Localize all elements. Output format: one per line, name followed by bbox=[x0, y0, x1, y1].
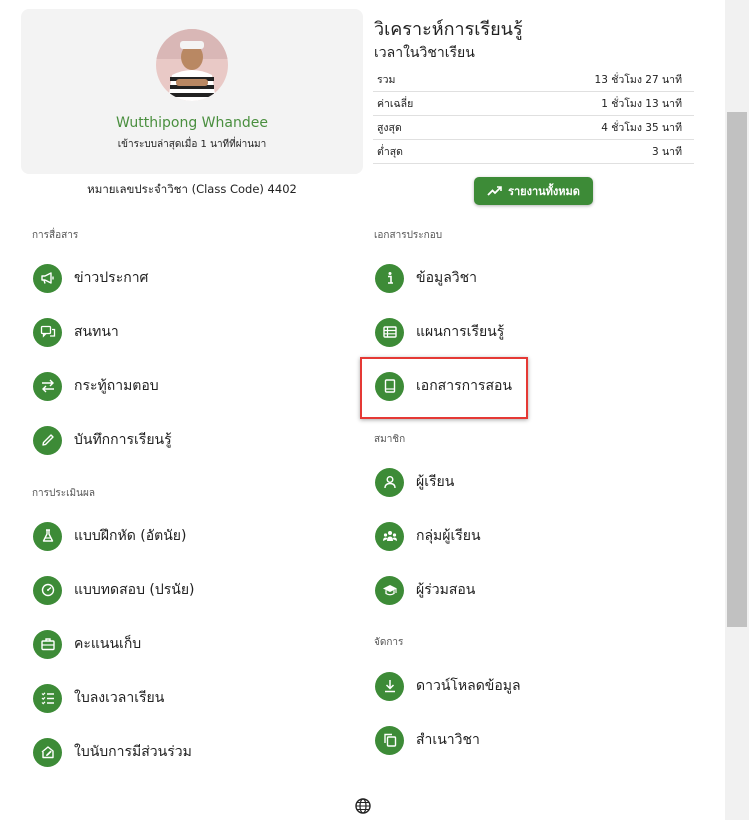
copy-icon bbox=[375, 725, 404, 755]
menu-label: บันทึกการเรียนรู้ bbox=[74, 432, 172, 448]
briefcase-icon bbox=[33, 629, 62, 659]
flask-icon bbox=[33, 521, 62, 551]
menu-item-news[interactable]: ข่าวประกาศ bbox=[33, 262, 148, 294]
menu-label: ใบลงเวลาเรียน bbox=[74, 690, 165, 706]
menu-label: แผนการเรียนรู้ bbox=[416, 324, 505, 340]
scrollbar-thumb[interactable] bbox=[727, 112, 747, 627]
menu-item-quiz[interactable]: แบบทดสอบ (ปรนัย) bbox=[33, 574, 195, 606]
selection-highlight bbox=[360, 357, 528, 419]
stat-value: 4 ชั่วโมง 35 นาที bbox=[469, 115, 694, 140]
menu-item-scores[interactable]: คะแนนเก็บ bbox=[33, 628, 141, 660]
menu-label: แบบฝึกหัด (อัตนัย) bbox=[74, 528, 187, 544]
menu-label: คะแนนเก็บ bbox=[74, 636, 142, 652]
table-list-icon bbox=[375, 317, 404, 347]
trending-up-icon bbox=[487, 186, 502, 196]
menu-item-participation[interactable]: ใบนับการมีส่วนร่วม bbox=[33, 736, 192, 768]
menu-item-co-teachers[interactable]: ผู้ร่วมสอน bbox=[375, 574, 475, 606]
section-members: สมาชิก bbox=[374, 434, 406, 445]
report-button-label: รายงานทั้งหมด bbox=[508, 185, 580, 198]
menu-label: ดาวน์โหลดข้อมูล bbox=[416, 678, 521, 694]
menu-label: สนทนา bbox=[74, 324, 119, 340]
menu-item-copy-course[interactable]: สำเนาวิชา bbox=[375, 724, 480, 756]
menu-item-lesson-plan[interactable]: แผนการเรียนรู้ bbox=[375, 316, 504, 348]
menu-item-student-groups[interactable]: กลุ่มผู้เรียน bbox=[375, 520, 481, 552]
menu-item-exercise[interactable]: แบบฝึกหัด (อัตนัย) bbox=[33, 520, 186, 552]
gauge-icon bbox=[33, 575, 62, 605]
class-code: หมายเลขประจำวิชา (Class Code) 4402 bbox=[87, 182, 297, 196]
menu-item-attendance[interactable]: ใบลงเวลาเรียน bbox=[33, 682, 164, 714]
checklist-icon bbox=[33, 683, 62, 713]
stat-value: 13 ชั่วโมง 27 นาที bbox=[469, 68, 694, 92]
megaphone-icon bbox=[33, 263, 62, 293]
stats-row-total: รวม 13 ชั่วโมง 27 นาที bbox=[373, 68, 694, 92]
section-communication: การสื่อสาร bbox=[32, 230, 79, 241]
menu-item-students[interactable]: ผู้เรียน bbox=[375, 466, 454, 498]
graduation-cap-icon bbox=[375, 575, 404, 605]
menu-label: ข่าวประกาศ bbox=[74, 270, 149, 286]
download-icon bbox=[375, 671, 404, 701]
analytics-subtitle: เวลาในวิชาเรียน bbox=[374, 45, 475, 61]
stat-value: 3 นาที bbox=[469, 139, 694, 164]
profile-card: Wutthipong Whandee เข้าระบบล่าสุดเมื่อ 1… bbox=[21, 9, 363, 174]
avatar bbox=[156, 29, 228, 101]
swap-arrows-icon bbox=[33, 371, 62, 401]
menu-label: ข้อมูลวิชา bbox=[416, 270, 478, 286]
chat-icon bbox=[33, 317, 62, 347]
stat-label: ต่ำสุด bbox=[373, 139, 470, 164]
analytics-title: วิเคราะห์การเรียนรู้ bbox=[374, 19, 523, 40]
globe-icon[interactable] bbox=[354, 797, 372, 815]
group-icon bbox=[375, 521, 404, 551]
menu-item-course-info[interactable]: ข้อมูลวิชา bbox=[375, 262, 477, 294]
stats-row-max: สูงสุด 4 ชั่วโมง 35 นาที bbox=[373, 115, 694, 140]
person-icon bbox=[375, 467, 404, 497]
menu-label: ผู้เรียน bbox=[416, 474, 455, 490]
last-login-text: เข้าระบบล่าสุดเมื่อ 1 นาทีที่ผ่านมา bbox=[117, 139, 267, 150]
pencil-icon bbox=[33, 425, 62, 455]
stats-row-average: ค่าเฉลี่ย 1 ชั่วโมง 13 นาที bbox=[373, 91, 694, 116]
menu-label: ใบนับการมีส่วนร่วม bbox=[74, 744, 192, 760]
section-documents: เอกสารประกอบ bbox=[374, 230, 443, 241]
menu-item-qa[interactable]: กระทู้ถามตอบ bbox=[33, 370, 159, 402]
menu-label: แบบทดสอบ (ปรนัย) bbox=[74, 582, 195, 598]
info-icon bbox=[375, 263, 404, 293]
menu-label: กลุ่มผู้เรียน bbox=[416, 528, 481, 544]
menu-label: กระทู้ถามตอบ bbox=[74, 378, 159, 394]
stat-label: รวม bbox=[373, 68, 470, 92]
stats-row-min: ต่ำสุด 3 นาที bbox=[373, 139, 694, 164]
full-report-button[interactable]: รายงานทั้งหมด bbox=[474, 177, 593, 205]
menu-item-chat[interactable]: สนทนา bbox=[33, 316, 119, 348]
stat-label: สูงสุด bbox=[373, 115, 470, 140]
menu-item-learning-log[interactable]: บันทึกการเรียนรู้ bbox=[33, 424, 172, 456]
section-assessment: การประเมินผล bbox=[32, 488, 95, 499]
menu-label: สำเนาวิชา bbox=[416, 732, 480, 748]
section-manage: จัดการ bbox=[374, 637, 404, 648]
menu-item-download[interactable]: ดาวน์โหลดข้อมูล bbox=[375, 670, 521, 702]
edit-house-icon bbox=[33, 737, 62, 767]
menu-label: ผู้ร่วมสอน bbox=[416, 582, 476, 598]
stat-value: 1 ชั่วโมง 13 นาที bbox=[469, 91, 694, 116]
time-stats-table: รวม 13 ชั่วโมง 27 นาที ค่าเฉลี่ย 1 ชั่วโ… bbox=[373, 68, 694, 164]
stat-label: ค่าเฉลี่ย bbox=[373, 91, 470, 116]
profile-name: Wutthipong Whandee bbox=[116, 115, 268, 131]
